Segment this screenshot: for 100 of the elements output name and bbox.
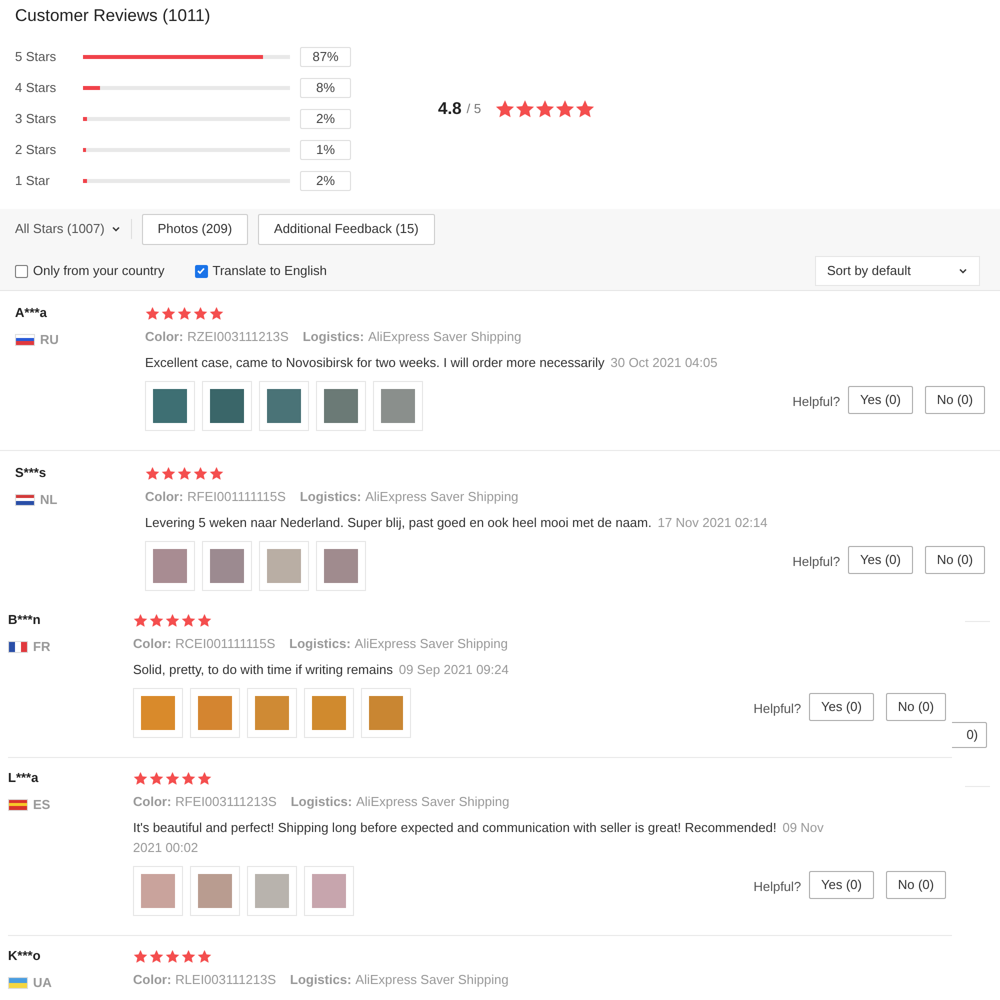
color-label: Color: [133,793,172,811]
no-button[interactable]: No (0) [886,693,946,721]
no-button[interactable]: No (0) [924,546,985,574]
section-title: Customer Reviews (1011) [15,5,212,27]
no-button[interactable]: No (0) [924,386,985,414]
helpful-label: Helpful? [753,878,802,896]
star-icon [161,466,176,481]
checkbox[interactable] [194,264,208,278]
photo-thumbnail[interactable] [259,381,309,431]
star-icon [161,306,176,321]
reviewer-name: K***o [8,947,42,965]
percent-value: 8% [300,78,351,98]
photo-thumbnail[interactable] [316,541,366,591]
star-icon [145,306,160,321]
star-icon [177,306,192,321]
yes-button[interactable]: Yes (0) [848,546,913,574]
photo-thumbnail[interactable] [259,541,309,591]
logistics-value: AliExpress Saver Shipping [365,488,518,506]
star-icon [181,613,196,628]
star-icon [193,466,208,481]
yes-button[interactable]: Yes (0) [809,871,874,899]
star-icon [177,466,192,481]
check-icon [196,266,206,276]
color-label: Color: [145,488,184,506]
star-icon [555,99,576,119]
star-icon [193,306,208,321]
country-code: ES [33,796,50,814]
logistics-label: Logistics: [290,971,352,989]
color-value: RCEI001111115S [175,635,276,653]
star-icon [197,771,212,786]
star-icon [133,613,148,628]
photo-thumbnail[interactable] [133,688,183,738]
star-label: 2 Stars [15,140,58,159]
star-icon [149,613,164,628]
flag-icon [15,334,35,346]
rating-value: 4.8 [438,98,462,120]
star-icon [197,949,212,964]
photo-thumbnail[interactable] [202,381,252,431]
photo-thumbnail[interactable] [190,688,240,738]
no-button[interactable]: No (0) [886,871,946,899]
yes-button[interactable]: Yes (0) [809,693,874,721]
checkbox[interactable] [15,264,28,278]
color-value: RFEI001111115S [187,488,286,506]
flag-icon [8,798,28,811]
country-code: FR [33,638,50,656]
country-code: UA [33,974,52,992]
star-label: 4 Stars [15,78,58,97]
photo-thumbnail[interactable] [247,688,297,738]
star-filter-dropdown[interactable]: All Stars (1007) [15,219,121,239]
logistics-label: Logistics: [302,328,364,346]
color-label: Color: [145,328,184,346]
photo-thumbnail[interactable] [361,688,411,738]
checkbox-label: Only from your country [33,262,164,280]
color-value: RLEI003111213S [175,971,276,989]
helpful-label: Helpful? [792,553,840,572]
star-label: 5 Stars [15,48,58,66]
sort-dropdown[interactable]: Sort by default [815,256,980,286]
review-text: It's beautiful and perfect! Shipping long before expected and communication with seller is great! Recommended! 09 Nov 2021 00:02 [133,819,825,857]
photo-thumbnail[interactable] [190,866,240,916]
filter-button[interactable]: Additional Feedback (15) [258,214,435,244]
star-icon [145,466,160,481]
review-text: Levering 5 weken naar Nederland. Super blij, past goed en ook heel mooi met de naam. 17 Nov 2021 02:14 [145,514,768,532]
photo-thumbnail[interactable] [316,381,366,431]
reviewer-name: S***s [15,464,48,482]
photo-thumbnail[interactable] [247,866,297,916]
photo-thumbnail[interactable] [145,381,195,431]
photo-thumbnail[interactable] [304,688,354,738]
photo-thumbnail[interactable] [145,541,195,591]
star-icon [515,99,536,119]
star-icon [149,771,164,786]
yes-button[interactable]: Yes (0) [848,386,913,414]
photo-thumbnail[interactable] [373,381,423,431]
color-value: RZEI003111213S [187,328,289,346]
color-label: Color: [133,635,172,653]
logistics-value: AliExpress Saver Shipping [356,793,510,811]
color-value: RFEI003111213S [175,793,277,811]
star-icon [149,949,164,964]
checkbox-label: Translate to English [212,262,327,280]
star-icon [197,613,212,628]
star-icon [209,466,224,481]
logistics-value: AliExpress Saver Shipping [368,328,522,346]
filter-button[interactable]: Photos (209) [142,214,248,244]
star-icon [535,99,556,119]
flag-icon [8,976,28,989]
logistics-label: Logistics: [289,635,351,653]
country-code: NL [40,491,58,509]
photo-thumbnail[interactable] [304,866,354,916]
reviewer-name: L***a [8,769,40,787]
star-icon [209,306,224,321]
star-icon [133,771,148,786]
chevron-down-icon [958,266,968,276]
star-icon [133,949,148,964]
star-label: 3 Stars [15,110,58,128]
percent-value: 1% [300,140,351,160]
review-text: Excellent case, came to Novosibirsk for two weeks. I will order more necessarily 30 Oct 2021 04:05 [145,354,718,372]
photo-thumbnail[interactable] [133,866,183,916]
star-icon [181,771,196,786]
percent-value: 87% [300,46,351,66]
photo-thumbnail[interactable] [202,541,252,591]
color-label: Color: [133,971,172,989]
